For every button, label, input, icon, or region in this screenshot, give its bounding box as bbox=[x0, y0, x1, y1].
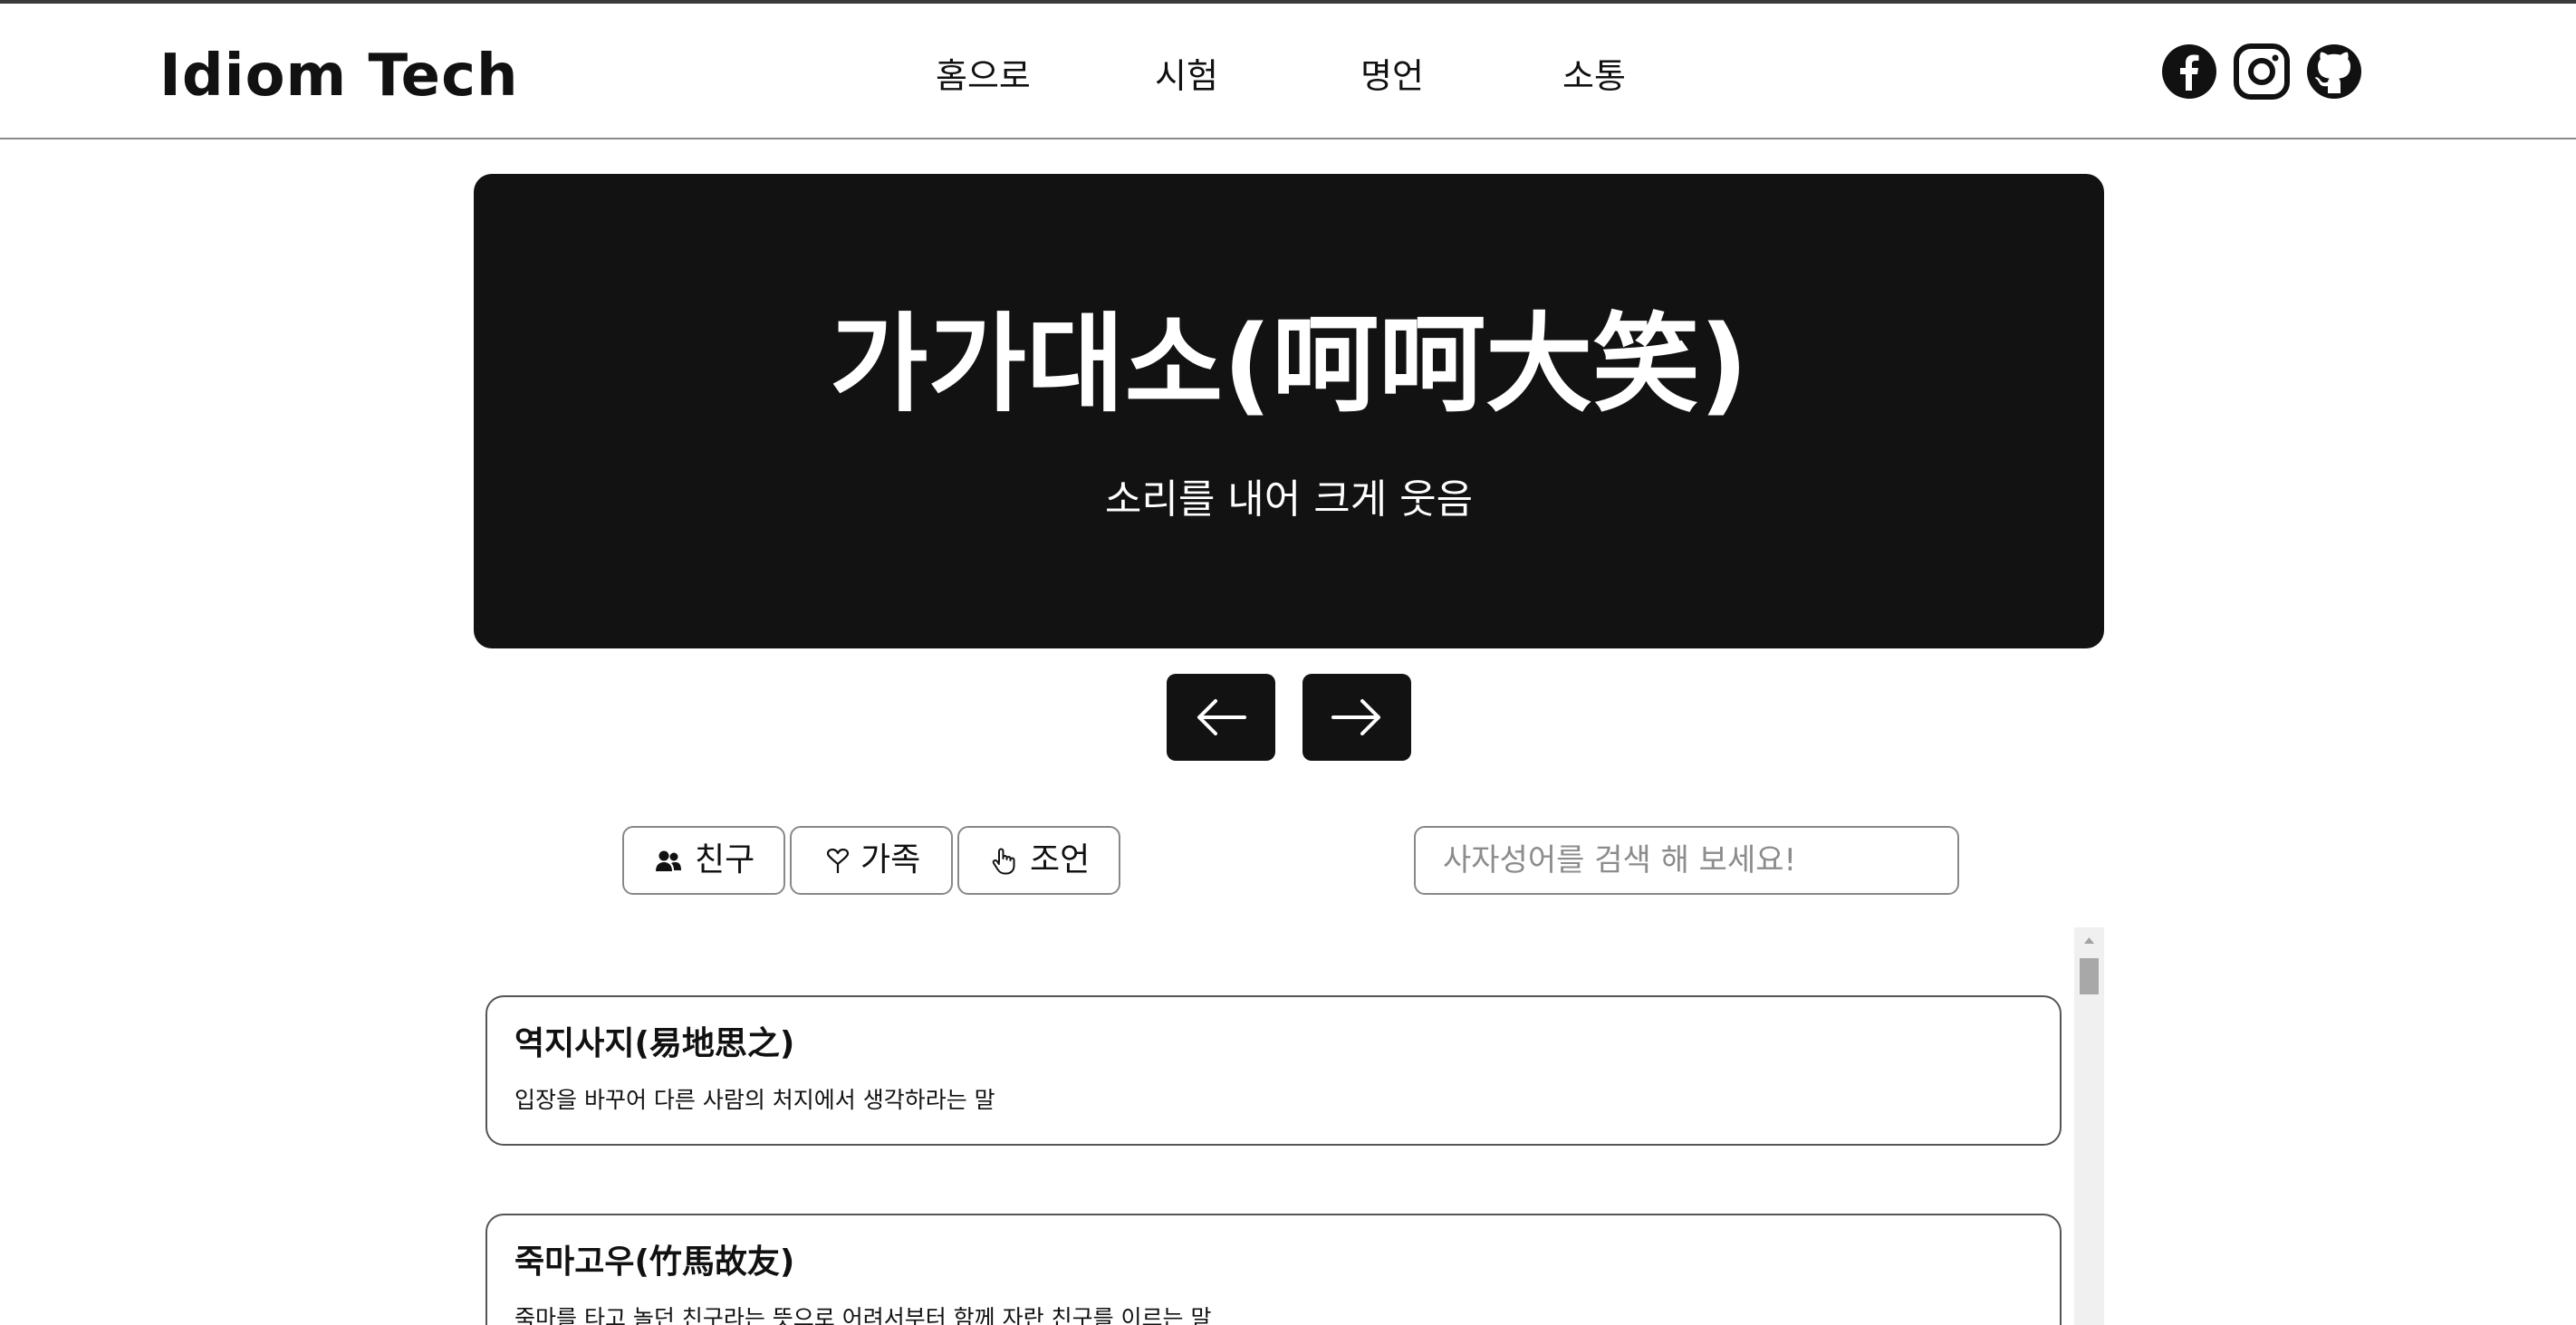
idiom-search-input[interactable] bbox=[1414, 826, 1959, 895]
filter-family-button[interactable]: 가족 bbox=[790, 826, 953, 895]
users-icon bbox=[656, 850, 681, 871]
hero-idiom-title: 가가대소(呵呵大笑) bbox=[829, 302, 1749, 427]
scroll-up-arrow-icon[interactable] bbox=[2074, 927, 2104, 955]
nav-quotes[interactable]: 명언 bbox=[1360, 47, 1424, 105]
scrollbar-thumb[interactable] bbox=[2080, 958, 2099, 994]
next-idiom-button[interactable] bbox=[1302, 674, 1411, 761]
arrow-left-icon bbox=[1197, 699, 1246, 735]
filter-family-label: 가족 bbox=[860, 841, 921, 879]
site-header: Idiom Tech 홈으로 시험 명언 소통 bbox=[0, 4, 2576, 139]
site-logo[interactable]: Idiom Tech bbox=[159, 40, 519, 112]
idiom-list[interactable]: 역지사지(易地思之) 입장을 바꾸어 다른 사람의 처지에서 생각하라는 말 죽… bbox=[474, 927, 2104, 1325]
idiom-card[interactable]: 죽마고우(竹馬故友) 죽마를 타고 놀던 친구라는 뜻으로 어려서부터 함께 자… bbox=[485, 1214, 2062, 1325]
nav-community[interactable]: 소통 bbox=[1562, 47, 1626, 105]
facebook-icon[interactable] bbox=[2161, 43, 2217, 100]
filter-friend-button[interactable]: 친구 bbox=[622, 826, 785, 895]
arrow-right-icon bbox=[1331, 699, 1380, 735]
idiom-hero-card: 가가대소(呵呵大笑) 소리를 내어 크게 웃음 bbox=[474, 174, 2104, 648]
filter-friend-label: 친구 bbox=[695, 841, 755, 879]
idiom-card[interactable]: 역지사지(易地思之) 입장을 바꾸어 다른 사람의 처지에서 생각하라는 말 bbox=[485, 995, 2062, 1146]
idiom-card-desc: 입장을 바꾸어 다른 사람의 처지에서 생각하라는 말 bbox=[514, 1087, 995, 1113]
filter-advice-label: 조언 bbox=[1030, 841, 1091, 879]
prev-idiom-button[interactable] bbox=[1167, 674, 1275, 761]
main-nav: 홈으로 시험 명언 소통 bbox=[906, 47, 1685, 105]
github-icon[interactable] bbox=[2306, 43, 2362, 100]
idiom-card-title: 죽마고우(竹馬故友) bbox=[514, 1243, 795, 1281]
pointing-hand-icon bbox=[992, 848, 1015, 875]
social-links bbox=[2161, 43, 2364, 105]
heart-icon bbox=[826, 848, 850, 873]
filter-advice-button[interactable]: 조언 bbox=[957, 826, 1120, 895]
instagram-icon[interactable] bbox=[2234, 43, 2290, 100]
nav-exam[interactable]: 시험 bbox=[1155, 47, 1218, 105]
hero-idiom-meaning: 소리를 내어 크게 웃음 bbox=[1104, 476, 1474, 523]
nav-home[interactable]: 홈으로 bbox=[936, 47, 1031, 105]
idiom-card-title: 역지사지(易地思之) bbox=[514, 1025, 795, 1062]
idiom-card-desc: 죽마를 타고 놀던 친구라는 뜻으로 어려서부터 함께 자란 친구를 이르는 말 bbox=[514, 1305, 1212, 1325]
list-scrollbar[interactable] bbox=[2074, 927, 2104, 1325]
